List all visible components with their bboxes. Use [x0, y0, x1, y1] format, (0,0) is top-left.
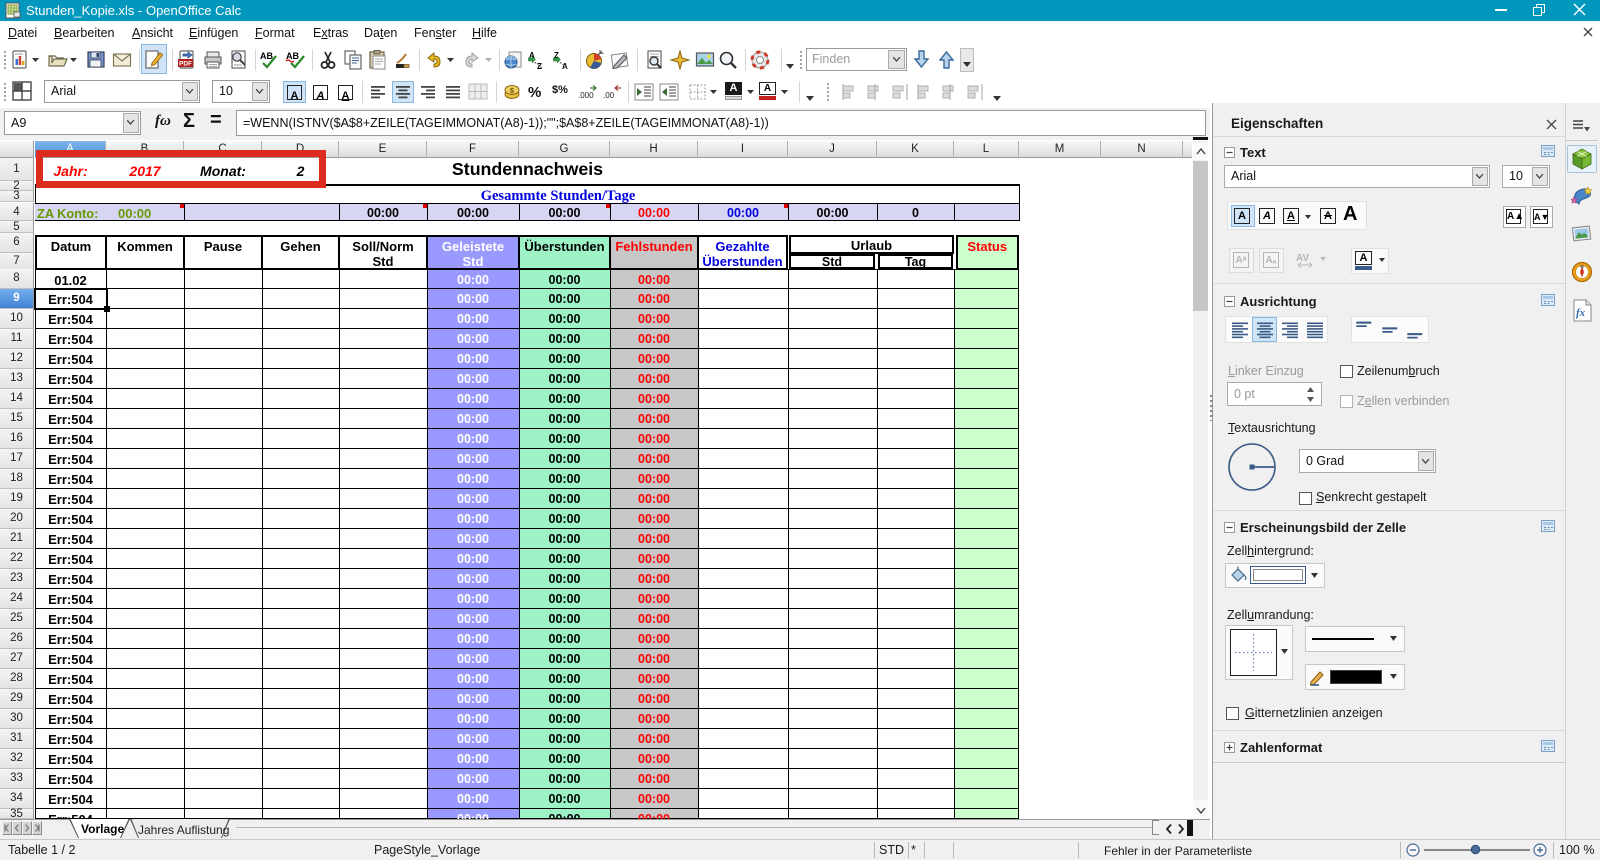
svg-text:AB: AB [260, 51, 273, 61]
svg-text:AV: AV [1296, 253, 1309, 264]
svg-text:A: A [562, 62, 568, 70]
svg-text:.000: .000 [578, 91, 594, 100]
svg-text:fx: fx [1576, 307, 1586, 319]
svg-text:Z: Z [537, 62, 542, 70]
svg-text:N: N [1580, 264, 1583, 269]
svg-text:.00: .00 [603, 91, 615, 100]
svg-text:PDF: PDF [179, 61, 192, 68]
svg-text:$: $ [510, 88, 514, 95]
